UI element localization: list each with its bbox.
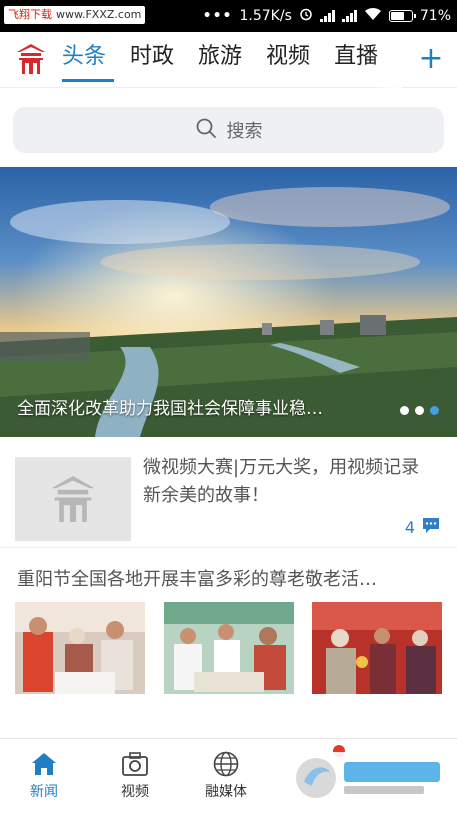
watermark-logo (290, 752, 450, 804)
tabs-fade (372, 32, 402, 88)
nav-news[interactable]: 新闻 (4, 747, 84, 801)
network-speed: 1.57K/s (239, 8, 292, 24)
signal-2-icon (341, 10, 357, 22)
search-bar[interactable]: 搜索 (13, 107, 444, 153)
nav-video-label: 视频 (121, 784, 149, 800)
nav-media-label: 融媒体 (205, 784, 247, 800)
globe-icon (186, 747, 266, 781)
status-icons: ••• 1.57K/s 71% (203, 0, 451, 32)
alarm-icon (299, 7, 313, 25)
news-item[interactable]: 微视频大赛|万元大奖，用视频记录新余美的故事！ 4 (0, 440, 457, 548)
camera-icon (95, 747, 175, 781)
search-placeholder: 搜索 (226, 121, 263, 142)
battery-percent: 71% (419, 8, 451, 24)
comment-count: 4 (404, 517, 415, 537)
news-photo[interactable] (164, 602, 294, 694)
nav-media[interactable]: 融媒体 (186, 747, 266, 801)
comment-count-button[interactable]: 4 (405, 516, 441, 538)
nav-video[interactable]: 视频 (95, 747, 175, 801)
status-bar: 飞翔下载 www.FXXZ.com ••• 1.57K/s 71% (0, 0, 457, 32)
comment-icon (421, 516, 441, 538)
watermark-url: www.FXXZ.com (56, 8, 142, 21)
news-title: 微视频大赛|万元大奖，用视频记录新余美的故事！ (143, 457, 420, 506)
banner-caption: 全面深化改革助力我国社会保障事业稳… (17, 399, 323, 419)
signal-1-icon (319, 10, 335, 22)
carousel-dot (415, 406, 424, 415)
banner-carousel[interactable]: 全面深化改革助力我国社会保障事业稳… (0, 167, 457, 437)
tab-video[interactable]: 视频 (266, 32, 310, 88)
news-thumbnail-placeholder (15, 457, 131, 541)
carousel-dot (400, 406, 409, 415)
tab-travel[interactable]: 旅游 (198, 32, 242, 88)
battery-icon (388, 10, 416, 22)
nav-news-label: 新闻 (30, 784, 58, 800)
wifi-icon (364, 7, 382, 25)
channel-tabs: 头条 时政 旅游 视频 直播 (62, 32, 402, 88)
news-title[interactable]: 重阳节全国各地开展丰富多彩的尊老敬老活… (17, 565, 447, 591)
battery-fill (390, 12, 404, 20)
app-logo-icon (13, 42, 49, 76)
news-photo[interactable] (15, 602, 145, 694)
search-icon (195, 117, 217, 144)
tab-politics[interactable]: 时政 (130, 32, 174, 88)
tab-headlines[interactable]: 头条 (62, 32, 115, 88)
home-icon (4, 747, 84, 781)
carousel-dot-active (430, 406, 439, 415)
news-photo[interactable] (312, 602, 442, 694)
notification-dots-icon: ••• (202, 8, 233, 24)
watermark-text: 飞翔下载 (8, 8, 52, 21)
add-channel-button[interactable]: + (413, 42, 449, 78)
carousel-indicator (400, 406, 439, 415)
placeholder-logo-icon (51, 476, 95, 522)
watermark: 飞翔下载 www.FXXZ.com (4, 6, 146, 24)
header: 头条 时政 旅游 视频 直播 + (0, 32, 457, 88)
